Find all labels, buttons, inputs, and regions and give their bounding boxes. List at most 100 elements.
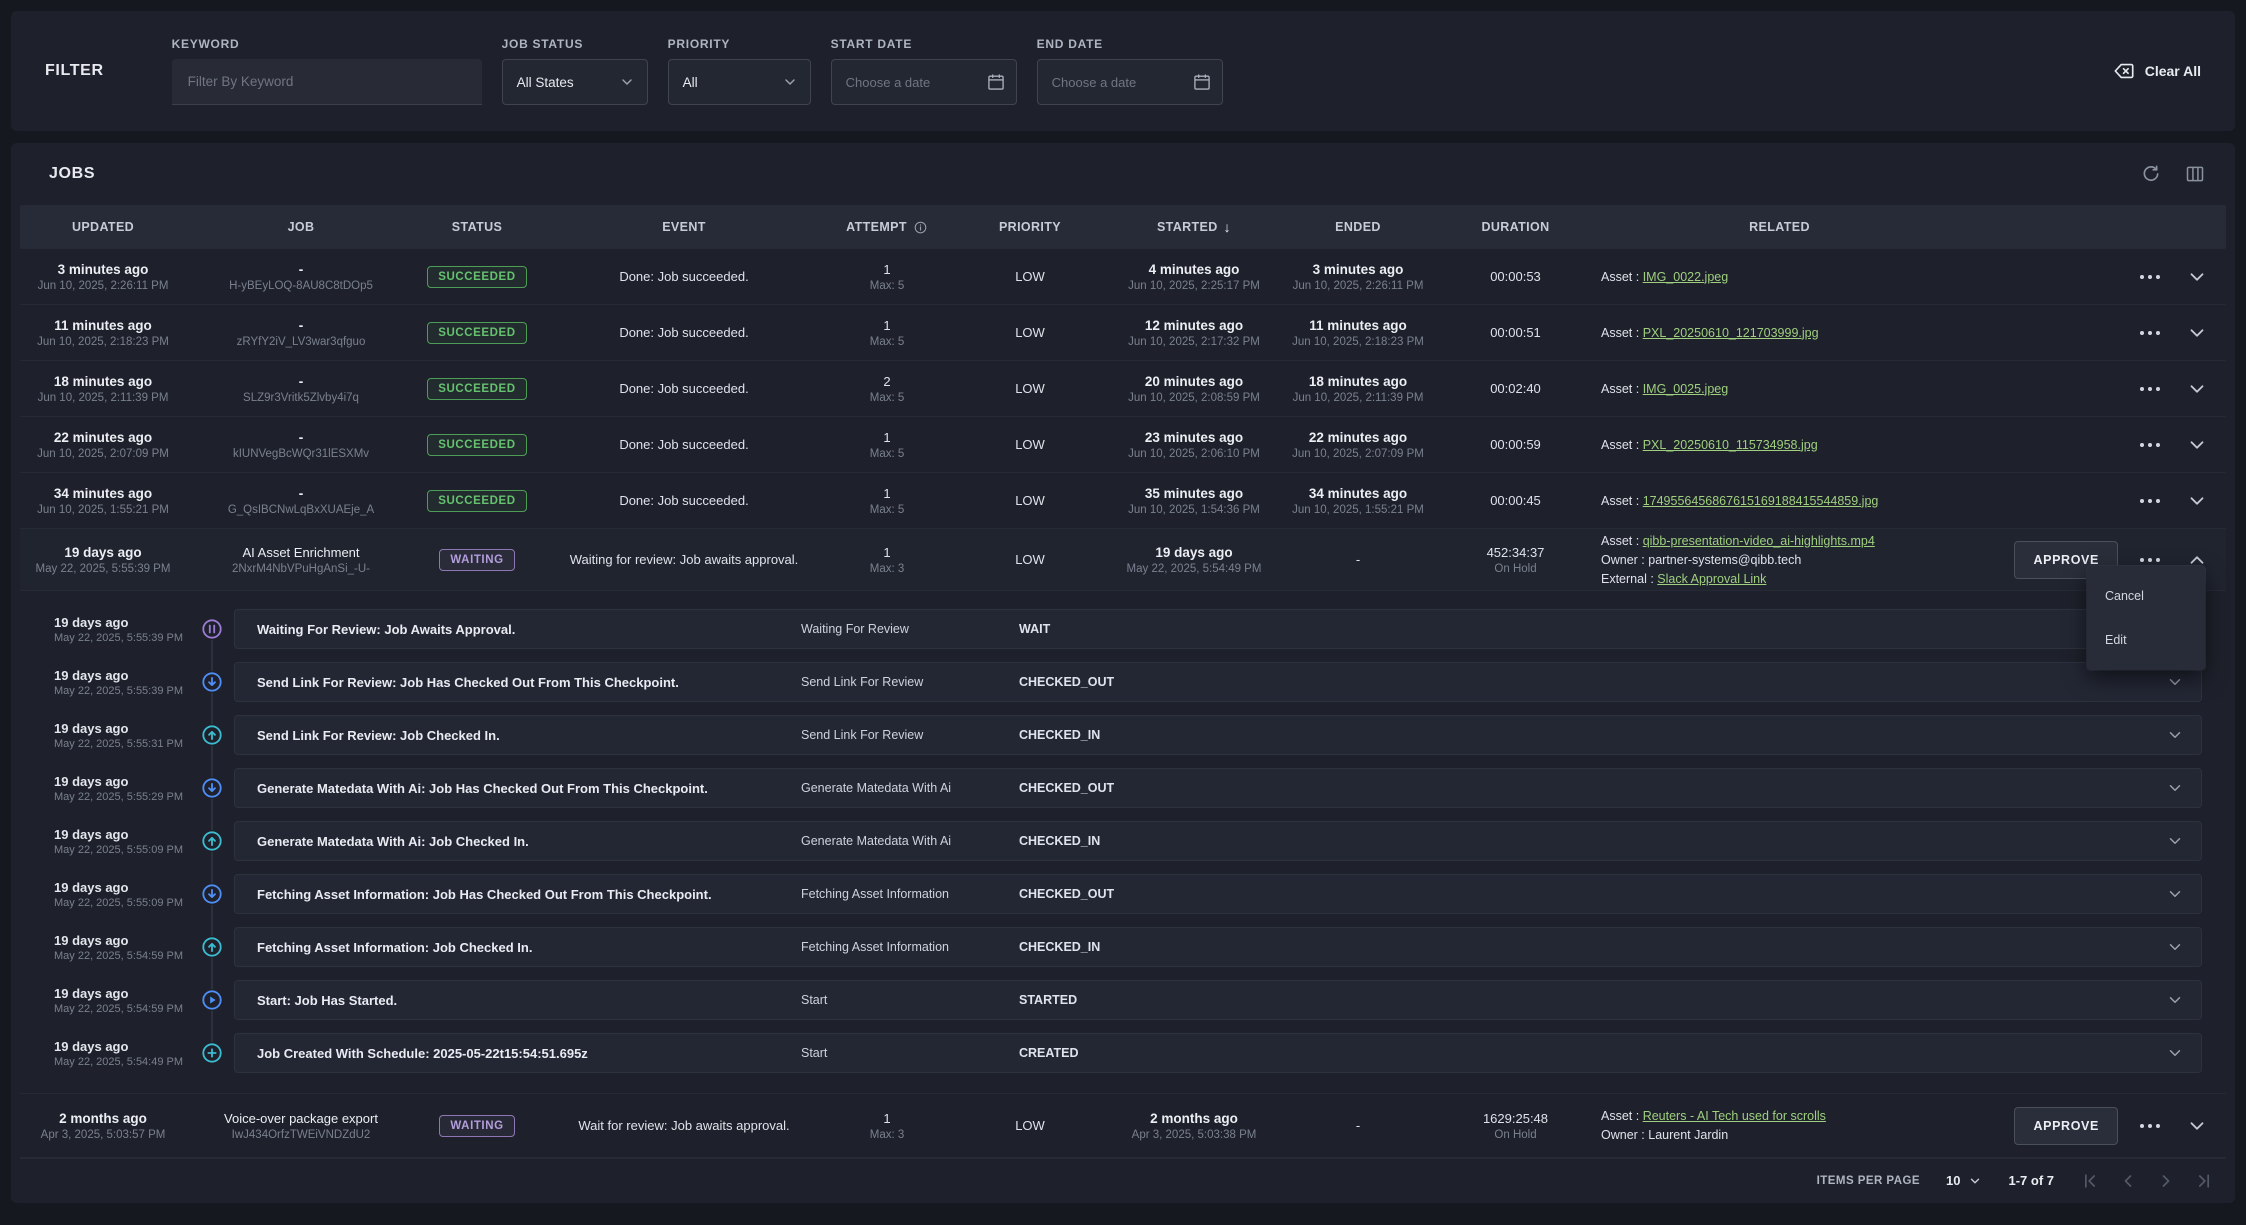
status-badge: SUCCEEDED [427,266,526,288]
chevron-down-icon[interactable] [2149,726,2201,744]
calendar-icon[interactable] [1192,72,1212,92]
refresh-button[interactable] [2141,164,2161,184]
priority-filter-group: PRIORITY All [668,37,811,105]
menu-item-edit[interactable]: Edit [2087,618,2205,662]
job-status-label: JOB STATUS [502,37,648,51]
status-badge: SUCCEEDED [427,434,526,456]
start-date-label: START DATE [831,37,1017,51]
status-badge: WAITING [439,549,514,571]
row-menu-button[interactable] [2132,325,2168,341]
first-page-icon [2080,1171,2100,1191]
keyword-label: KEYWORD [172,37,482,51]
timeline-entry[interactable]: Waiting For Review: Job Awaits Approval.… [234,609,2202,649]
row-menu-button[interactable] [2132,269,2168,285]
asset-link[interactable]: IMG_0022.jpeg [1643,270,1728,284]
info-icon[interactable] [913,220,928,235]
asset-link[interactable]: qibb-presentation-video_ai-highlights.mp… [1643,534,1875,548]
asset-link[interactable]: PXL_20250610_115734958.jpg [1643,438,1818,452]
expand-row-button[interactable] [2182,430,2212,460]
timeline-entry[interactable]: Fetching Asset Information: Job Has Chec… [234,874,2202,914]
job-history-timeline: 19 days agoMay 22, 2025, 5:55:39 PM Wait… [20,591,2226,1094]
chevron-down-icon [2186,322,2208,344]
row-menu-button[interactable] [2132,1118,2168,1134]
asset-link[interactable]: IMG_0025.jpeg [1643,382,1728,396]
keyword-filter-group: KEYWORD [172,37,482,105]
external-link[interactable]: Slack Approval Link [1657,572,1766,586]
items-per-page-label: ITEMS PER PAGE [1817,1175,1920,1187]
timeline-row: 19 days agoMay 22, 2025, 5:55:39 PM Wait… [20,609,2202,649]
chevron-down-icon [2186,434,2208,456]
menu-item-cancel[interactable]: Cancel [2087,574,2205,618]
refresh-icon [2141,164,2161,184]
chevron-down-icon[interactable] [2149,991,2201,1009]
checked-in-icon [201,724,223,746]
chevron-down-icon[interactable] [2149,1044,2201,1062]
row-menu-button[interactable] [2132,437,2168,453]
chevron-down-icon [619,74,635,90]
asset-link[interactable]: 1749556456867615169188415544859.jpg [1643,494,1879,508]
chevron-down-icon[interactable] [2149,832,2201,850]
chevron-down-icon[interactable] [2149,885,2201,903]
keyword-input[interactable] [172,59,482,105]
first-page-button[interactable] [2080,1171,2100,1191]
column-header-duration[interactable]: DURATION [1444,220,1587,234]
timeline-row: 19 days agoMay 22, 2025, 5:55:09 PM Gene… [20,821,2202,861]
chevron-down-icon[interactable] [2149,938,2201,956]
chevron-down-icon [2186,266,2208,288]
expand-row-button[interactable] [2182,374,2212,404]
end-date-input[interactable]: Choose a date [1037,59,1223,105]
column-header-job[interactable]: JOB [186,220,416,234]
chevron-down-icon[interactable] [2149,779,2201,797]
checked-out-icon [201,671,223,693]
row-context-menu: Cancel Edit [2087,566,2205,670]
column-header-status[interactable]: STATUS [416,220,538,234]
view-columns-button[interactable] [2185,164,2205,184]
job-row: 2 months agoApr 3, 2025, 5:03:57 PM Voic… [20,1094,2226,1158]
timeline-entry[interactable]: Generate Matedata With Ai: Job Checked I… [234,821,2202,861]
timeline-entry[interactable]: Generate Matedata With Ai: Job Has Check… [234,768,2202,808]
column-header-started[interactable]: STARTED ↓ [1116,219,1272,235]
timeline-entry[interactable]: Start: Job Has Started. Start STARTED [234,980,2202,1020]
column-header-priority[interactable]: PRIORITY [944,220,1116,234]
row-menu-button[interactable] [2132,493,2168,509]
timeline-entry[interactable]: Send Link For Review: Job Has Checked Ou… [234,662,2202,702]
approve-button[interactable]: APPROVE [2014,1107,2118,1145]
start-date-placeholder: Choose a date [846,75,931,90]
timeline-entry[interactable]: Fetching Asset Information: Job Checked … [234,927,2202,967]
column-header-event[interactable]: EVENT [538,220,830,234]
column-header-updated[interactable]: UPDATED [20,220,186,234]
filter-title: FILTER [45,62,104,80]
job-status-select[interactable]: All States [502,59,648,105]
last-page-button[interactable] [2194,1171,2214,1191]
timeline-row: 19 days agoMay 22, 2025, 5:55:31 PM Send… [20,715,2202,755]
expand-row-button[interactable] [2182,318,2212,348]
next-page-button[interactable] [2156,1171,2176,1191]
asset-link[interactable]: PXL_20250610_121703999.jpg [1643,326,1819,340]
expand-row-button[interactable] [2182,262,2212,292]
expand-row-button[interactable] [2182,486,2212,516]
priority-label: PRIORITY [668,37,811,51]
created-icon [201,1042,223,1064]
clear-all-label: Clear All [2145,63,2201,79]
row-menu-button[interactable] [2132,381,2168,397]
status-badge: WAITING [439,1115,514,1137]
expand-row-button[interactable] [2182,1111,2212,1141]
column-header-ended[interactable]: ENDED [1272,220,1444,234]
started-icon [201,989,223,1011]
timeline-entry[interactable]: Job Created With Schedule: 2025-05-22t15… [234,1033,2202,1073]
chevron-left-icon [2118,1171,2138,1191]
asset-link[interactable]: Reuters - AI Tech used for scrolls [1643,1109,1826,1123]
timeline-entry[interactable]: Send Link For Review: Job Checked In. Se… [234,715,2202,755]
page-size-select[interactable]: 10 [1946,1173,1982,1188]
checked-in-icon [201,936,223,958]
priority-select[interactable]: All [668,59,811,105]
column-header-attempt[interactable]: ATTEMPT [830,220,944,235]
previous-page-button[interactable] [2118,1171,2138,1191]
calendar-icon[interactable] [986,72,1006,92]
column-header-related[interactable]: RELATED [1587,220,1972,234]
timeline-row: 19 days agoMay 22, 2025, 5:55:29 PM Gene… [20,768,2202,808]
start-date-input[interactable]: Choose a date [831,59,1017,105]
chevron-down-icon[interactable] [2149,673,2201,691]
timeline-row: 19 days agoMay 22, 2025, 5:55:39 PM Send… [20,662,2202,702]
clear-all-button[interactable]: Clear All [2113,60,2201,82]
